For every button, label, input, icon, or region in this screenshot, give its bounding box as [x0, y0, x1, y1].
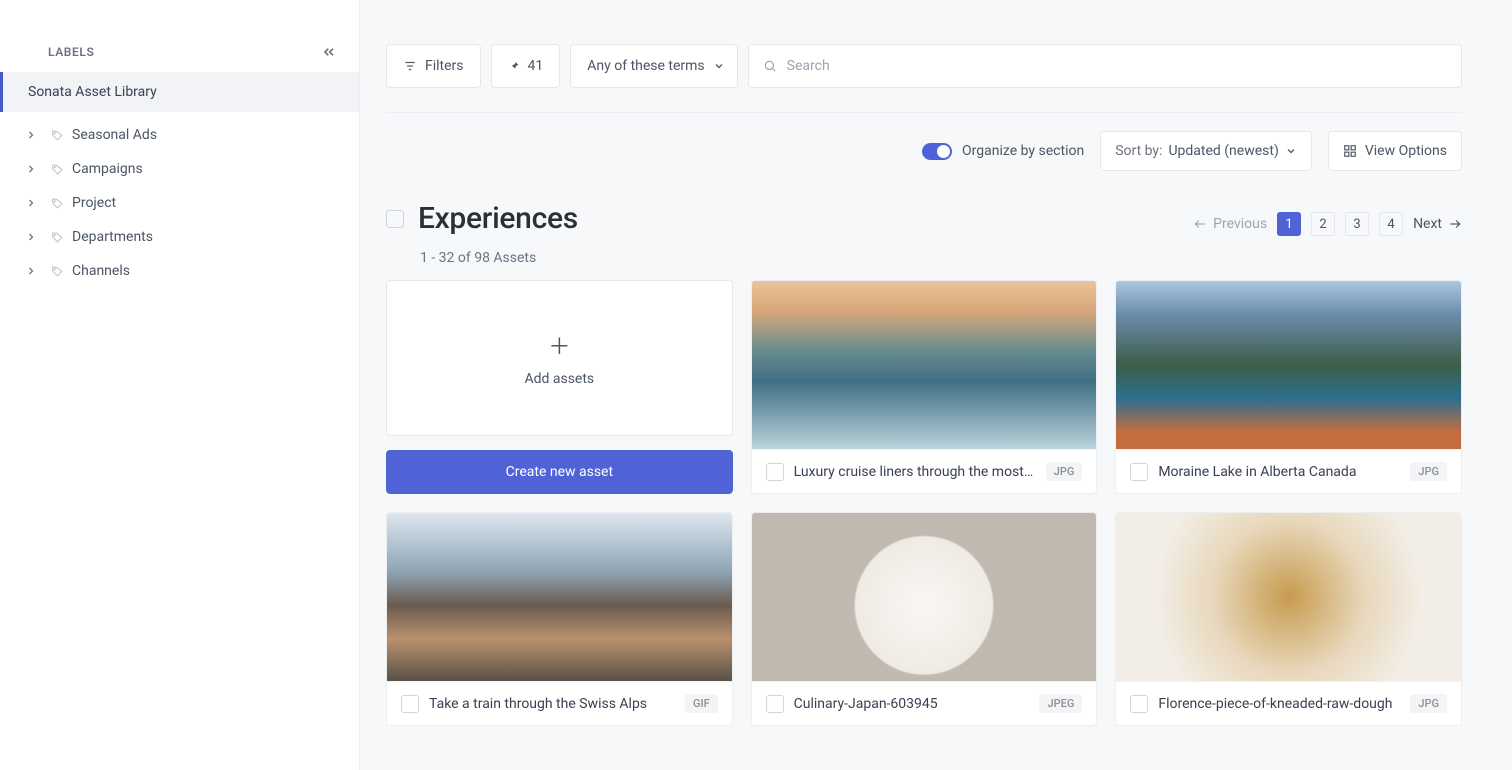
add-assets-label: Add assets: [524, 371, 594, 387]
tree-item-label: Campaigns: [72, 161, 143, 177]
view-options-label: View Options: [1365, 143, 1447, 159]
tree-item-label: Channels: [72, 263, 130, 279]
chevron-right-icon: [25, 129, 37, 141]
add-assets-dropzone[interactable]: ＋ Add assets: [386, 280, 733, 436]
tree-item-label: Project: [72, 195, 116, 211]
asset-card[interactable]: Luxury cruise liners through the most s……: [751, 280, 1098, 494]
view-options-button[interactable]: View Options: [1328, 131, 1462, 171]
asset-select-checkbox[interactable]: [766, 463, 784, 481]
asset-card[interactable]: Florence-piece-of-kneaded-raw-dough JPG: [1115, 512, 1462, 726]
labels-header: LABELS: [48, 45, 94, 59]
asset-select-checkbox[interactable]: [1130, 463, 1148, 481]
asset-thumbnail: [1116, 281, 1461, 449]
tag-icon: [51, 163, 64, 176]
page-number[interactable]: 2: [1311, 212, 1335, 236]
asset-card[interactable]: Take a train through the Swiss Alps GIF: [386, 512, 733, 726]
tag-icon: [51, 265, 64, 278]
list-controls: Organize by section Sort by: Updated (ne…: [386, 113, 1462, 181]
collapse-sidebar-icon[interactable]: [321, 44, 337, 60]
terms-label: Any of these terms: [587, 58, 704, 74]
asset-type-badge: JPG: [1410, 694, 1447, 713]
pin-icon: [508, 60, 520, 72]
asset-thumbnail: [752, 281, 1097, 449]
asset-select-checkbox[interactable]: [766, 695, 784, 713]
asset-title: Moraine Lake in Alberta Canada: [1158, 464, 1400, 480]
tree-item[interactable]: Channels: [0, 254, 359, 288]
tree-item[interactable]: Project: [0, 186, 359, 220]
chevron-down-icon: [1285, 145, 1297, 157]
section-subtitle: 1 - 32 of 98 Assets: [386, 240, 1462, 280]
sort-dropdown[interactable]: Sort by: Updated (newest): [1100, 131, 1312, 171]
sort-prefix: Sort by:: [1115, 143, 1162, 159]
asset-thumbnail: [752, 513, 1097, 681]
filters-label: Filters: [425, 58, 464, 74]
asset-title: Take a train through the Swiss Alps: [429, 696, 675, 712]
label-tree: Seasonal Ads Campaigns Project Departmen…: [0, 112, 359, 294]
tag-icon: [51, 129, 64, 142]
filters-button[interactable]: Filters: [386, 44, 481, 88]
previous-page-button[interactable]: Previous: [1193, 216, 1267, 232]
add-asset-tile: ＋ Add assets Create new asset: [386, 280, 733, 494]
asset-title: Florence-piece-of-kneaded-raw-dough: [1158, 696, 1400, 712]
asset-type-badge: GIF: [685, 694, 718, 713]
tag-icon: [51, 231, 64, 244]
chevron-right-icon: [25, 231, 37, 243]
tag-icon: [51, 197, 64, 210]
next-page-button[interactable]: Next: [1413, 216, 1462, 232]
page-number[interactable]: 1: [1277, 212, 1301, 236]
organize-label: Organize by section: [962, 143, 1084, 159]
asset-type-badge: JPG: [1046, 462, 1083, 481]
labels-sidebar: LABELS Sonata Asset Library Seasonal Ads…: [0, 0, 360, 770]
top-toolbar: Filters 41 Any of these terms: [386, 0, 1462, 100]
page-number[interactable]: 3: [1345, 212, 1369, 236]
asset-type-badge: JPG: [1410, 462, 1447, 481]
chevron-right-icon: [25, 197, 37, 209]
tree-item[interactable]: Campaigns: [0, 152, 359, 186]
asset-card[interactable]: Moraine Lake in Alberta Canada JPG: [1115, 280, 1462, 494]
asset-title: Culinary-Japan-603945: [794, 696, 1030, 712]
asset-select-checkbox[interactable]: [1130, 695, 1148, 713]
chevron-down-icon: [713, 60, 725, 72]
asset-grid: ＋ Add assets Create new asset Luxury cru…: [386, 280, 1462, 726]
pagination: Previous 1 2 3 4 Next: [1193, 212, 1462, 236]
tree-item[interactable]: Departments: [0, 220, 359, 254]
asset-card[interactable]: Culinary-Japan-603945 JPEG: [751, 512, 1098, 726]
grid-icon: [1343, 144, 1357, 158]
asset-select-checkbox[interactable]: [401, 695, 419, 713]
asset-title: Luxury cruise liners through the most s…: [794, 464, 1036, 480]
create-new-asset-button[interactable]: Create new asset: [386, 450, 733, 494]
chevron-right-icon: [25, 163, 37, 175]
library-root-item[interactable]: Sonata Asset Library: [0, 72, 359, 112]
arrow-right-icon: [1448, 217, 1462, 231]
plus-icon: ＋: [548, 329, 570, 361]
asset-type-badge: JPEG: [1039, 694, 1082, 713]
pinned-count-button[interactable]: 41: [491, 44, 561, 88]
search-input[interactable]: [787, 58, 1447, 74]
arrow-left-icon: [1193, 217, 1207, 231]
sort-value: Updated (newest): [1168, 143, 1278, 159]
page-number[interactable]: 4: [1379, 212, 1403, 236]
sliders-icon: [403, 59, 417, 73]
main-content: Filters 41 Any of these terms Organize b…: [360, 0, 1512, 770]
terms-dropdown[interactable]: Any of these terms: [570, 44, 737, 88]
tree-item-label: Seasonal Ads: [72, 127, 157, 143]
chevron-right-icon: [25, 265, 37, 277]
tree-item[interactable]: Seasonal Ads: [0, 118, 359, 152]
search-icon: [763, 59, 777, 73]
section-title: Experiences: [418, 201, 578, 236]
asset-thumbnail: [387, 513, 732, 681]
organize-by-section-toggle[interactable]: [922, 143, 952, 160]
section-select-checkbox[interactable]: [386, 210, 404, 228]
tree-item-label: Departments: [72, 229, 153, 245]
pinned-count: 41: [528, 58, 544, 74]
asset-thumbnail: [1116, 513, 1461, 681]
search-field-wrap[interactable]: [748, 44, 1462, 88]
